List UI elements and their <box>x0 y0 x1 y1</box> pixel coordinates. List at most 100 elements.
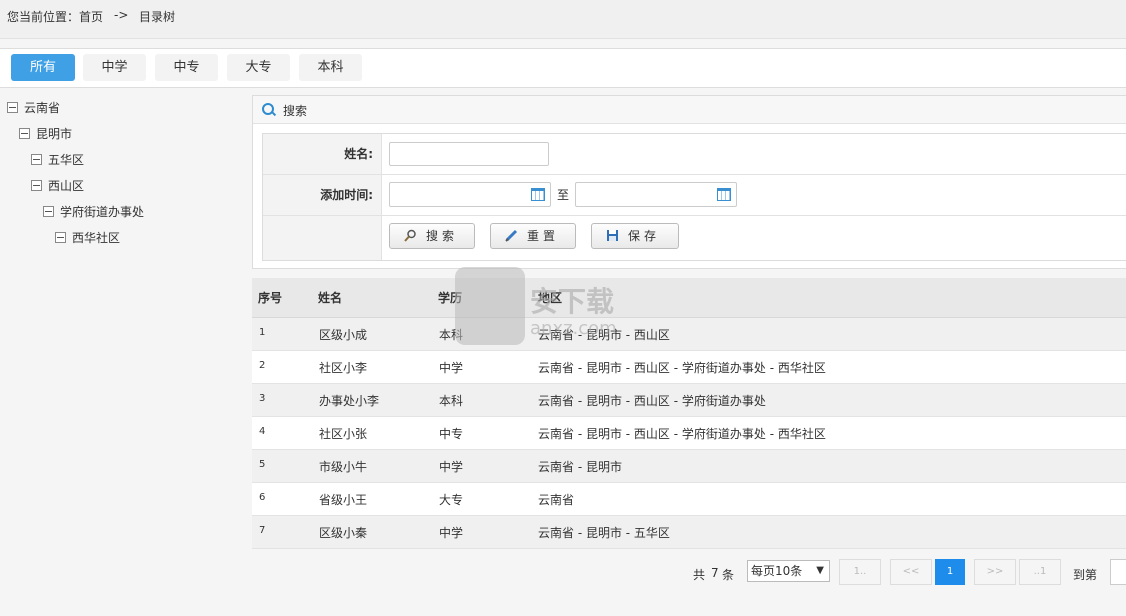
tree-node-xihua[interactable]: 西华社区 <box>55 228 120 248</box>
table-row[interactable]: 6 省级小王 大专 云南省 <box>252 483 1126 516</box>
category-tabs: 所有 中学 中专 大专 本科 <box>0 48 1126 88</box>
table-header: 序号 姓名 学历 地区 <box>252 278 1126 318</box>
search-panel-header: 搜索 <box>253 96 1126 124</box>
name-input[interactable] <box>389 142 549 166</box>
pencil-icon <box>505 229 518 242</box>
date-label: 添加时间: <box>263 175 382 215</box>
tab-undergraduate[interactable]: 本科 <box>299 54 362 81</box>
name-row: 姓名: <box>263 134 1126 175</box>
calendar-icon[interactable] <box>717 188 731 201</box>
search-button-label: 搜索 <box>426 229 459 243</box>
date-from-input[interactable] <box>389 182 551 207</box>
cell-seq: 2 <box>259 360 266 371</box>
tab-technical-secondary[interactable]: 中专 <box>155 54 218 81</box>
tab-middle-school[interactable]: 中学 <box>83 54 146 81</box>
header-seq[interactable]: 序号 <box>258 289 282 306</box>
cell-name: 省级小王 <box>319 493 368 507</box>
first-page-button[interactable]: 1.. <box>839 559 881 585</box>
tree-node-yunnan[interactable]: 云南省 <box>7 98 60 118</box>
cell-name: 社区小张 <box>319 427 368 441</box>
cell-education: 中学 <box>439 526 464 540</box>
save-button-label: 保存 <box>628 229 661 243</box>
collapse-icon[interactable] <box>7 102 18 113</box>
cell-name: 办事处小李 <box>319 394 380 408</box>
breadcrumb-home-link[interactable]: 首页 <box>79 8 103 25</box>
search-panel: 搜索 姓名: 添加时间: 至 搜索 重置 保存 <box>252 95 1126 269</box>
magnifier-icon <box>404 229 416 242</box>
cell-name: 社区小李 <box>319 361 368 375</box>
directory-tree: 云南省 昆明市 五华区 西山区 学府街道办事处 西华社区 <box>0 88 245 616</box>
tree-node-xishan[interactable]: 西山区 <box>31 176 84 196</box>
total-count: 7 <box>711 566 719 580</box>
collapse-icon[interactable] <box>31 180 42 191</box>
breadcrumb-label: 您当前位置： <box>7 10 80 24</box>
table-row[interactable]: 5 市级小牛 中学 云南省 - 昆明市 <box>252 450 1126 483</box>
cell-education: 中学 <box>439 361 464 375</box>
cell-seq: 5 <box>259 459 266 470</box>
pagination: 共 7 条 每页10条 ▼ 1.. << 1 >> ..1 到第 <box>0 556 1126 590</box>
goto-page-input[interactable] <box>1110 559 1126 585</box>
floppy-disk-icon <box>607 230 618 241</box>
search-panel-title: 搜索 <box>283 104 308 118</box>
tree-node-label: 云南省 <box>24 101 61 115</box>
collapse-icon[interactable] <box>55 232 66 243</box>
cell-seq: 6 <box>259 492 266 503</box>
breadcrumb: 您当前位置： 首页 -> 目录树 <box>0 0 1126 39</box>
table-row[interactable]: 4 社区小张 中专 云南省 - 昆明市 - 西山区 - 学府街道办事处 - 西华… <box>252 417 1126 450</box>
last-page-button[interactable]: ..1 <box>1019 559 1061 585</box>
cell-region: 云南省 - 昆明市 - 五华区 <box>538 526 670 540</box>
date-range-separator: 至 <box>557 188 570 202</box>
prev-page-button[interactable]: << <box>890 559 932 585</box>
cell-region: 云南省 - 昆明市 <box>538 460 622 474</box>
tree-node-wuhua[interactable]: 五华区 <box>31 150 84 170</box>
cell-education: 中专 <box>439 427 464 441</box>
button-row-label <box>263 216 382 260</box>
watermark-text: 安下载 <box>530 285 615 318</box>
dropdown-arrow-icon: ▼ <box>816 565 824 576</box>
cell-seq: 1 <box>259 327 266 338</box>
goto-label: 到第 <box>1073 568 1098 582</box>
cell-region: 云南省 - 昆明市 - 西山区 - 学府街道办事处 - 西华社区 <box>538 427 826 441</box>
tree-node-label: 西山区 <box>48 179 85 193</box>
date-row: 添加时间: 至 <box>263 175 1126 216</box>
per-page-value: 每页10条 <box>751 564 803 578</box>
table-row[interactable]: 7 区级小秦 中学 云南省 - 昆明市 - 五华区 <box>252 516 1126 549</box>
date-to-input[interactable] <box>575 182 737 207</box>
collapse-icon[interactable] <box>31 154 42 165</box>
watermark-shield-logo <box>455 267 525 345</box>
tree-node-label: 西华社区 <box>72 231 121 245</box>
table-row[interactable]: 2 社区小李 中学 云南省 - 昆明市 - 西山区 - 学府街道办事处 - 西华… <box>252 351 1126 384</box>
reset-button[interactable]: 重置 <box>490 223 576 249</box>
tree-node-xuefu[interactable]: 学府街道办事处 <box>43 202 144 222</box>
watermark-sub: anxz.com <box>530 318 617 339</box>
name-label: 姓名: <box>263 134 382 174</box>
cell-seq: 3 <box>259 393 266 404</box>
per-page-select[interactable]: 每页10条 ▼ <box>747 560 830 582</box>
collapse-icon[interactable] <box>19 128 30 139</box>
cell-name: 市级小牛 <box>319 460 368 474</box>
collapse-icon[interactable] <box>43 206 54 217</box>
header-name[interactable]: 姓名 <box>318 289 342 306</box>
tree-node-label: 五华区 <box>48 153 85 167</box>
breadcrumb-arrow: -> <box>114 8 129 22</box>
table-row[interactable]: 3 办事处小李 本科 云南省 - 昆明市 - 西山区 - 学府街道办事处 <box>252 384 1126 417</box>
tree-node-label: 昆明市 <box>36 127 73 141</box>
cell-region: 云南省 - 昆明市 - 西山区 - 学府街道办事处 - 西华社区 <box>538 361 826 375</box>
cell-name: 区级小秦 <box>319 526 368 540</box>
search-button[interactable]: 搜索 <box>389 223 475 249</box>
calendar-icon[interactable] <box>531 188 545 201</box>
cell-region: 云南省 - 昆明市 - 西山区 - 学府街道办事处 <box>538 394 766 408</box>
reset-button-label: 重置 <box>527 229 560 243</box>
tab-all[interactable]: 所有 <box>11 54 75 81</box>
current-page-button[interactable]: 1 <box>935 559 965 585</box>
search-form: 姓名: 添加时间: 至 搜索 重置 保存 <box>262 133 1126 261</box>
tree-node-kunming[interactable]: 昆明市 <box>19 124 72 144</box>
next-page-button[interactable]: >> <box>974 559 1016 585</box>
table-row[interactable]: 1 区级小成 本科 云南省 - 昆明市 - 西山区 <box>252 318 1126 351</box>
button-row: 搜索 重置 保存 <box>263 216 1126 260</box>
cell-region: 云南省 <box>538 493 575 507</box>
total-suffix: 条 <box>722 568 735 582</box>
tab-junior-college[interactable]: 大专 <box>227 54 290 81</box>
save-button[interactable]: 保存 <box>591 223 679 249</box>
cell-name: 区级小成 <box>319 328 368 342</box>
